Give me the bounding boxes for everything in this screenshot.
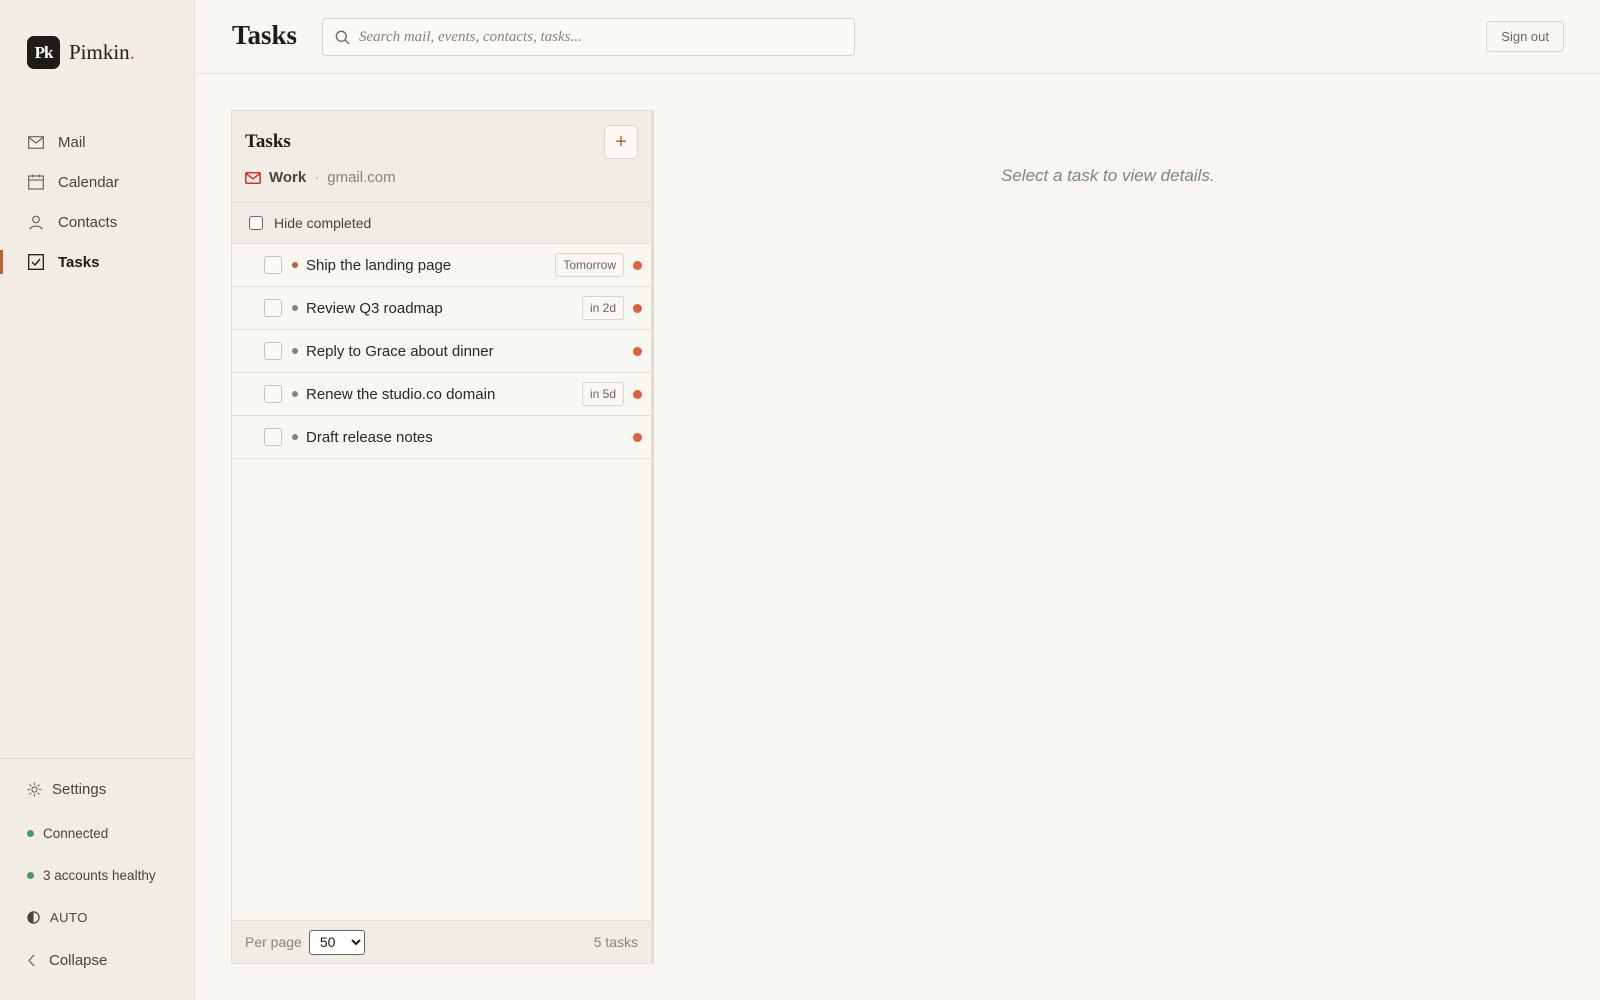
task-bullet (292, 262, 298, 268)
task-row[interactable]: Reply to Grace about dinner (232, 330, 651, 373)
brand-name: Pimkin. (69, 40, 135, 64)
task-title: Ship the landing page (306, 256, 452, 274)
accounts-label: 3 accounts healthy (43, 868, 156, 883)
brand-logo: Pk (27, 36, 60, 69)
task-bullet (292, 348, 298, 354)
status-dot (27, 830, 34, 837)
panel-footer: Per page 10 25 50 100 5 tasks (232, 920, 651, 963)
priority-dot (633, 389, 642, 399)
sidebar: Pk Pimkin. Mail Calendar Contacts Tasks … (0, 0, 195, 1000)
sidebar-footer: Settings Connected 3 accounts healthy AU… (0, 758, 195, 1000)
priority-dot (633, 432, 642, 442)
sign-out-button[interactable]: Sign out (1486, 21, 1564, 52)
sidebar-item-mail[interactable]: Mail (0, 122, 195, 162)
calendar-icon (27, 174, 44, 191)
per-page-label: Per page (245, 934, 302, 950)
task-title: Reply to Grace about dinner (306, 342, 494, 360)
task-title: Draft release notes (306, 428, 433, 446)
task-row[interactable]: Draft release notes (232, 416, 651, 459)
priority-dot (633, 303, 642, 313)
status-dot (27, 872, 34, 879)
sidebar-item-tasks[interactable]: Tasks (0, 242, 195, 282)
sidebar-item-label: Tasks (58, 253, 100, 271)
connection-status: Connected (27, 826, 108, 841)
task-count: 5 tasks (593, 934, 638, 950)
task-bullet (292, 434, 298, 440)
task-checkbox[interactable] (264, 385, 282, 403)
task-checkbox[interactable] (264, 256, 282, 274)
collapse-label: Collapse (49, 952, 108, 969)
sidebar-nav: Mail Calendar Contacts Tasks (0, 122, 195, 282)
gmail-icon (245, 171, 261, 184)
priority-dot (633, 260, 642, 270)
task-title: Review Q3 roadmap (306, 299, 443, 317)
gear-icon (27, 782, 42, 797)
sidebar-item-contacts[interactable]: Contacts (0, 202, 195, 242)
add-task-button[interactable]: + (604, 125, 638, 159)
empty-detail-message: Select a task to view details. (1001, 166, 1215, 185)
hide-completed-label: Hide completed (274, 215, 372, 231)
task-bullet (292, 305, 298, 311)
mail-icon (27, 134, 44, 151)
search-box[interactable] (322, 18, 855, 56)
search-icon (335, 30, 350, 45)
task-bullet (292, 391, 298, 397)
hide-completed-checkbox[interactable] (249, 216, 263, 230)
sidebar-item-calendar[interactable]: Calendar (0, 162, 195, 202)
priority-dot (633, 346, 642, 356)
theme-toggle[interactable]: AUTO (27, 910, 88, 925)
task-list-panel: Tasks + Work · gmail.com Hide completed … (231, 110, 654, 964)
contrast-icon (27, 911, 40, 924)
sidebar-item-label: Contacts (58, 213, 118, 231)
settings-label: Settings (52, 781, 107, 798)
panel-header: Tasks + Work · gmail.com (232, 111, 651, 203)
search-input[interactable] (359, 28, 839, 46)
account-domain: gmail.com (327, 169, 396, 186)
panel-title: Tasks (245, 131, 291, 152)
brand[interactable]: Pk Pimkin. (27, 36, 135, 69)
hide-completed-filter[interactable]: Hide completed (232, 203, 651, 244)
task-checkbox[interactable] (264, 299, 282, 317)
due-badge: in 5d (581, 382, 624, 406)
accounts-status: 3 accounts healthy (27, 868, 156, 883)
due-badge: in 2d (581, 296, 624, 320)
sidebar-item-label: Mail (58, 133, 86, 151)
task-row[interactable]: Review Q3 roadmap in 2d (232, 287, 651, 330)
top-header: Tasks Sign out (196, 0, 1600, 74)
tasks-icon (27, 254, 44, 271)
task-title: Renew the studio.co domain (306, 385, 496, 403)
contact-icon (27, 214, 44, 231)
task-row[interactable]: Ship the landing page Tomorrow (232, 244, 651, 287)
connection-label: Connected (43, 826, 109, 841)
task-row[interactable]: Renew the studio.co domain in 5d (232, 373, 651, 416)
chevron-left-icon (27, 954, 36, 967)
task-checkbox[interactable] (264, 428, 282, 446)
sidebar-item-label: Calendar (58, 173, 119, 191)
account-selector[interactable]: Work · gmail.com (245, 169, 396, 186)
due-badge: Tomorrow (555, 253, 624, 277)
settings-button[interactable]: Settings (27, 781, 106, 798)
page-title: Tasks (232, 20, 298, 50)
theme-label: AUTO (50, 910, 88, 925)
account-name: Work (269, 169, 307, 186)
per-page-select[interactable]: 10 25 50 100 (308, 929, 365, 955)
task-checkbox[interactable] (264, 342, 282, 360)
collapse-button[interactable]: Collapse (27, 952, 107, 969)
account-separator: · (314, 169, 320, 186)
